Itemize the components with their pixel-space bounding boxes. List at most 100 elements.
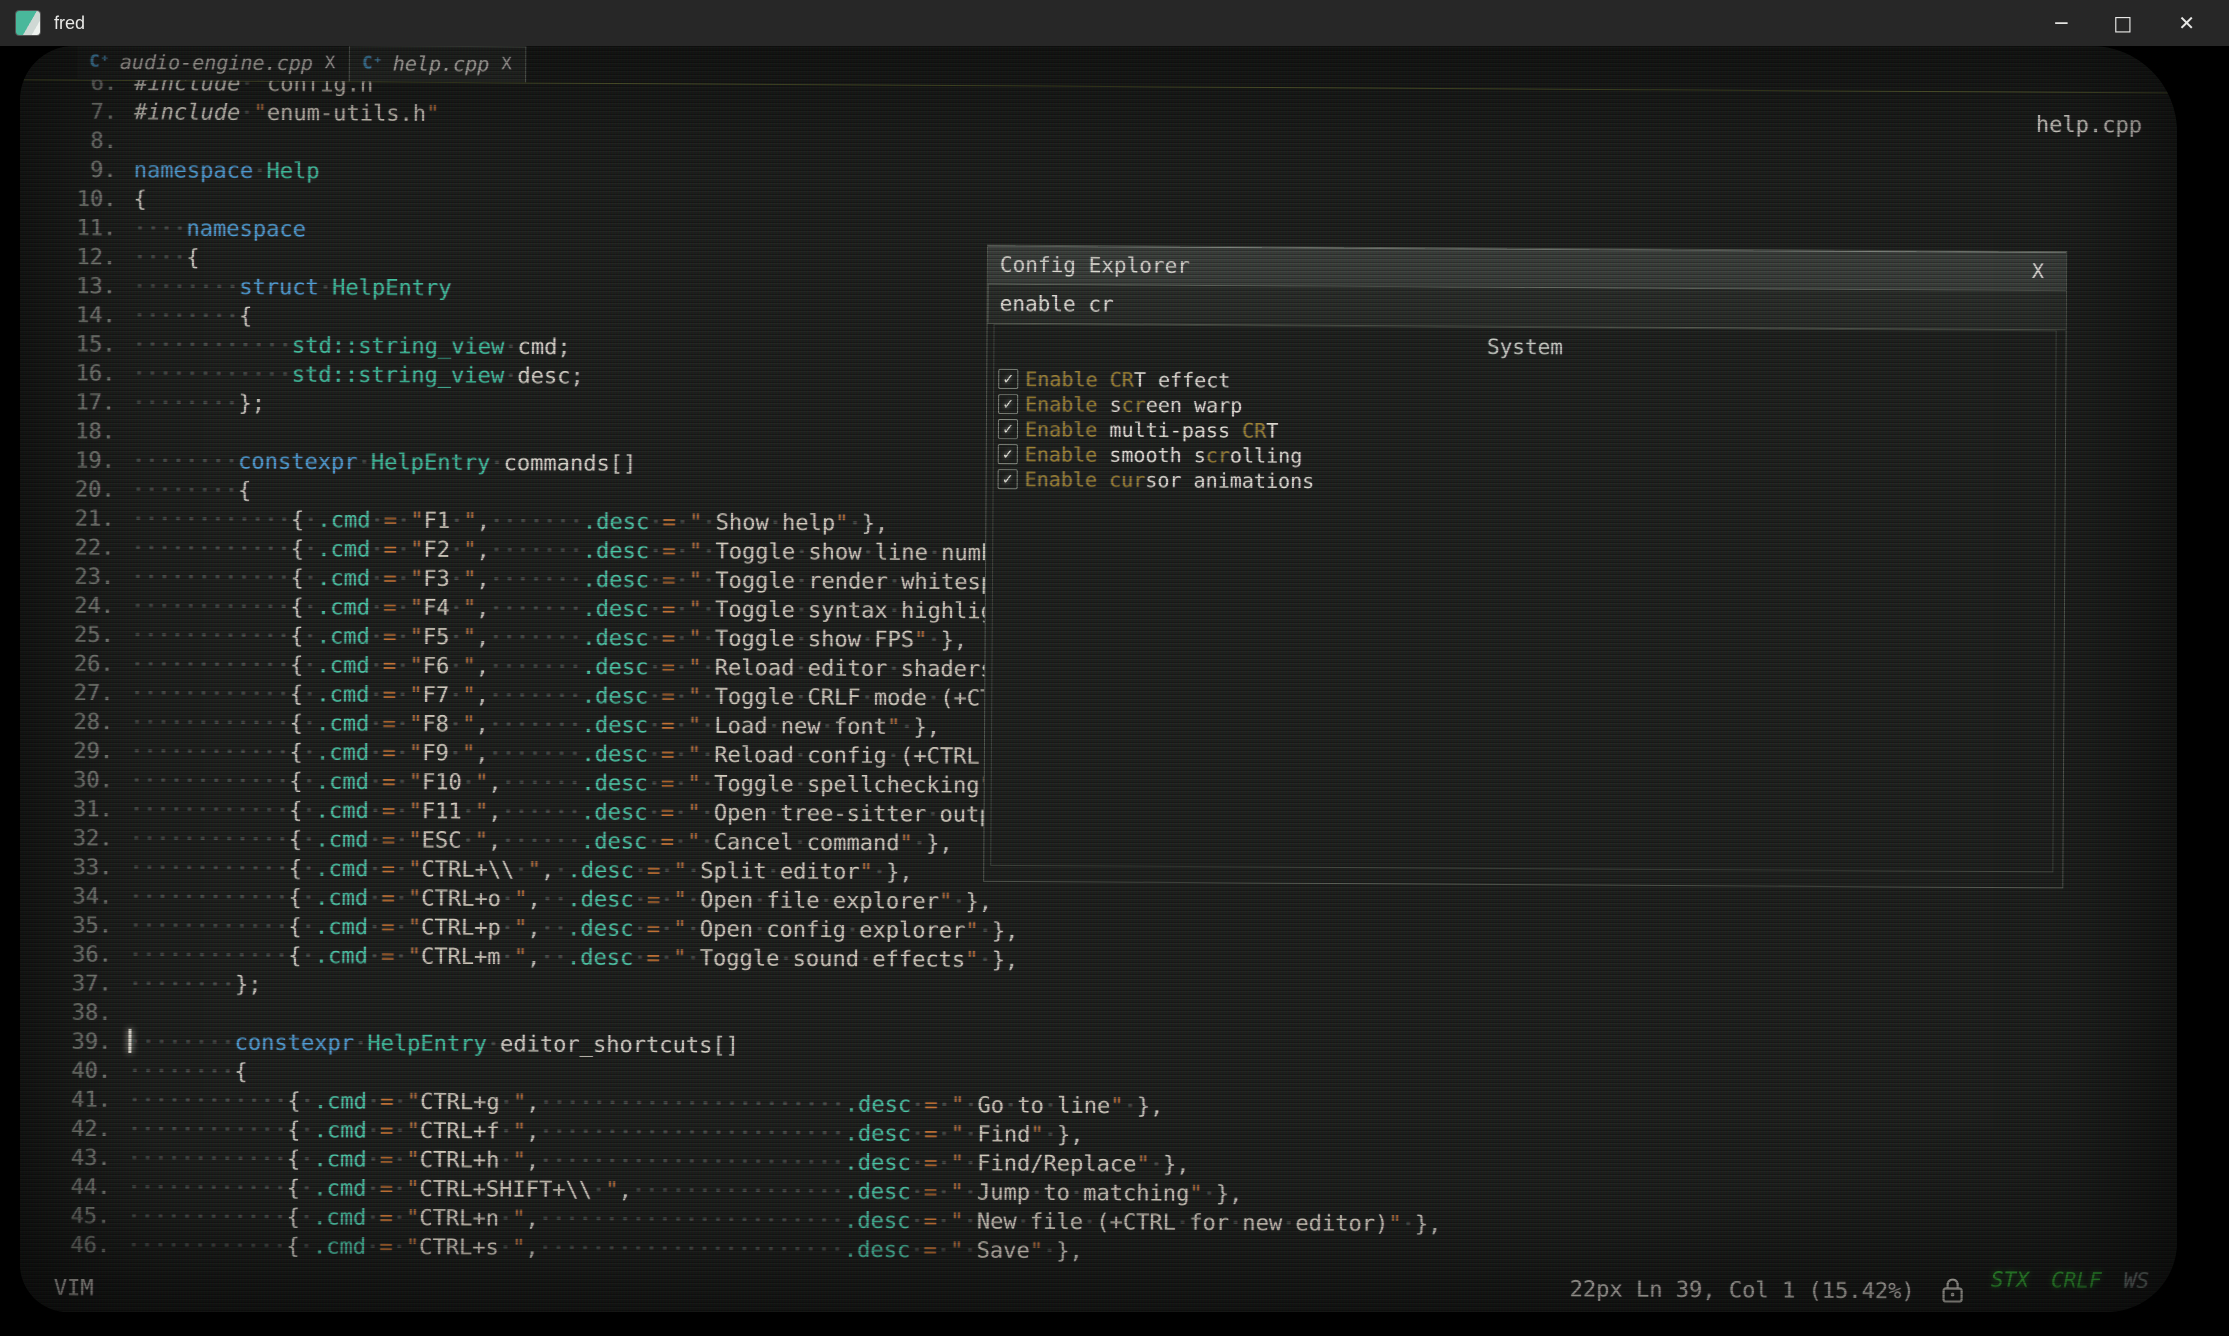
padlock-icon[interactable] bbox=[1941, 1276, 1965, 1304]
line-content: ········constexpr·HelpEntry·commands[] bbox=[132, 447, 637, 479]
line-number: 25. bbox=[20, 620, 131, 650]
line-number: 32. bbox=[20, 824, 130, 854]
line-number: 19. bbox=[20, 446, 132, 476]
line-number: 12. bbox=[20, 243, 133, 273]
window-title: fred bbox=[54, 13, 85, 34]
line-content: ············{·.cmd·=·"CTRL+\\·",·.desc·=… bbox=[129, 854, 912, 888]
tab-label: help.cpp bbox=[393, 52, 490, 77]
line-number: 33. bbox=[20, 853, 130, 883]
line-number: 24. bbox=[20, 591, 131, 621]
line-number: 30. bbox=[20, 766, 130, 796]
line-number: 6. bbox=[21, 79, 134, 98]
line-number: 20. bbox=[20, 475, 132, 505]
line-number: 15. bbox=[20, 330, 133, 360]
line-number: 42. bbox=[20, 1114, 128, 1144]
checkbox-checked-icon[interactable]: ✓ bbox=[998, 444, 1018, 464]
minimize-button[interactable]: ─ bbox=[2055, 0, 2067, 46]
line-content: ········{ bbox=[128, 1057, 248, 1087]
line-number: 41. bbox=[20, 1085, 128, 1115]
status-flag-CRLF[interactable]: CRLF bbox=[2051, 1268, 2102, 1292]
line-number: 27. bbox=[20, 679, 131, 709]
line-content: ············{·.cmd·=·"F1·",·······.desc·… bbox=[132, 505, 889, 539]
search-query-text: enable cr bbox=[989, 292, 1114, 317]
line-number: 35. bbox=[20, 911, 129, 941]
popup-close-icon[interactable]: X bbox=[2032, 259, 2066, 283]
maximize-button[interactable]: □ bbox=[2113, 0, 2132, 46]
tab-help.cpp[interactable]: C⁺ help.cpp X bbox=[349, 46, 527, 82]
line-number: 22. bbox=[20, 533, 132, 563]
line-number: 29. bbox=[20, 737, 130, 767]
config-option-Enable cursor animations[interactable]: ✓ Enable cursor animations bbox=[998, 466, 2055, 498]
line-number: 34. bbox=[20, 882, 129, 912]
line-number: 21. bbox=[20, 504, 132, 534]
close-button[interactable]: ✕ bbox=[2178, 0, 2195, 46]
tab-close-icon[interactable]: X bbox=[501, 54, 511, 74]
line-number: 23. bbox=[20, 562, 131, 592]
line-number: 13. bbox=[20, 272, 133, 302]
line-number: 10. bbox=[20, 185, 133, 215]
line-number: 31. bbox=[20, 795, 130, 825]
line-number: 8. bbox=[21, 126, 134, 156]
app-icon bbox=[16, 11, 40, 35]
line-content: { bbox=[134, 185, 147, 214]
tab-audio-engine.cpp[interactable]: C⁺ audio-engine.cpp X bbox=[77, 46, 349, 81]
config-list-panel: System ✓ Enable CRT effect ✓ Enable screen … bbox=[990, 324, 2056, 873]
config-search-input[interactable]: enable cr bbox=[988, 285, 2066, 331]
line-content: ········constexpr·HelpEntry·editor_short… bbox=[128, 1028, 739, 1061]
line-content: ············std::string_view·cmd; bbox=[133, 331, 571, 363]
option-label: Enable screen warp bbox=[1025, 392, 1242, 417]
line-number: 45. bbox=[20, 1202, 127, 1232]
line-content: ········struct·HelpEntry bbox=[133, 272, 452, 303]
line-content: ············{·.cmd·=·"CTRL+m·",··.desc·=… bbox=[129, 941, 1019, 975]
line-number: 28. bbox=[20, 708, 130, 738]
checkbox-checked-icon[interactable]: ✓ bbox=[998, 469, 1018, 489]
cpp-file-icon: C⁺ bbox=[89, 52, 110, 72]
line-content: ····{ bbox=[133, 243, 200, 272]
checkbox-checked-icon[interactable]: ✓ bbox=[998, 368, 1018, 388]
line-number: 43. bbox=[20, 1143, 128, 1173]
line-number: 38. bbox=[20, 998, 129, 1028]
line-content: #include·"config.h" bbox=[134, 79, 386, 99]
crt-screen: C⁺audio-engine.cppXC⁺help.cppX help.cpp … bbox=[20, 46, 2177, 1312]
checkbox-checked-icon[interactable]: ✓ bbox=[998, 418, 1018, 438]
option-label: Enable cursor animations bbox=[1025, 467, 1315, 493]
cpp-file-icon: C⁺ bbox=[362, 53, 383, 73]
tab-label: audio-engine.cpp bbox=[120, 50, 313, 75]
status-bar-right: 22px Ln 39, Col 1 (15.42%) STXCRLFWS bbox=[1570, 1277, 2149, 1306]
line-number: 46. bbox=[20, 1231, 127, 1261]
popup-titlebar[interactable]: Config Explorer X bbox=[988, 246, 2066, 292]
config-explorer-popup: Config Explorer X enable cr System ✓ Enab… bbox=[983, 245, 2067, 889]
status-flag-STX[interactable]: STX bbox=[1991, 1267, 2029, 1291]
current-file-label: help.cpp bbox=[2036, 113, 2142, 139]
line-content: ····namespace bbox=[133, 214, 306, 244]
line-number: 39. bbox=[20, 1027, 129, 1057]
line-number: 7. bbox=[21, 97, 134, 127]
option-label: Enable CRT effect bbox=[1025, 367, 1230, 392]
tab-close-icon[interactable]: X bbox=[325, 53, 335, 73]
os-titlebar: fred ─ □ ✕ bbox=[0, 0, 2229, 46]
line-number: 14. bbox=[20, 301, 133, 331]
popup-title: Config Explorer bbox=[988, 253, 1190, 278]
line-content: ········}; bbox=[132, 389, 265, 419]
cursor-position-status: 22px Ln 39, Col 1 (15.42%) bbox=[1570, 1277, 1915, 1304]
line-content: #include·"enum-utils.h" bbox=[134, 98, 439, 129]
line-number: 17. bbox=[20, 388, 132, 418]
line-number: 26. bbox=[20, 649, 131, 679]
checkbox-checked-icon[interactable]: ✓ bbox=[998, 393, 1018, 413]
line-number: 18. bbox=[20, 417, 132, 447]
status-flag-WS[interactable]: WS bbox=[2124, 1268, 2149, 1292]
line-number: 40. bbox=[20, 1056, 128, 1086]
section-header: System bbox=[994, 332, 2055, 363]
option-label: Enable multi-pass CRT bbox=[1025, 417, 1279, 443]
editor-mode-indicator: VIM bbox=[54, 1276, 94, 1301]
line-number: 37. bbox=[20, 969, 129, 999]
line-content: ············std::string_view·desc; bbox=[132, 360, 583, 392]
line-content: ········}; bbox=[129, 970, 262, 1000]
file-format-flags: STX CRLF WS bbox=[1991, 1267, 2149, 1292]
option-label: Enable smooth scrolling bbox=[1025, 442, 1303, 468]
line-number: 11. bbox=[20, 214, 133, 244]
line-content: ········{ bbox=[132, 476, 252, 506]
line-number: 16. bbox=[20, 359, 133, 389]
line-content: ············{·.cmd·=·"CTRL+s·",·········… bbox=[127, 1231, 1083, 1266]
line-number: 36. bbox=[20, 940, 129, 970]
